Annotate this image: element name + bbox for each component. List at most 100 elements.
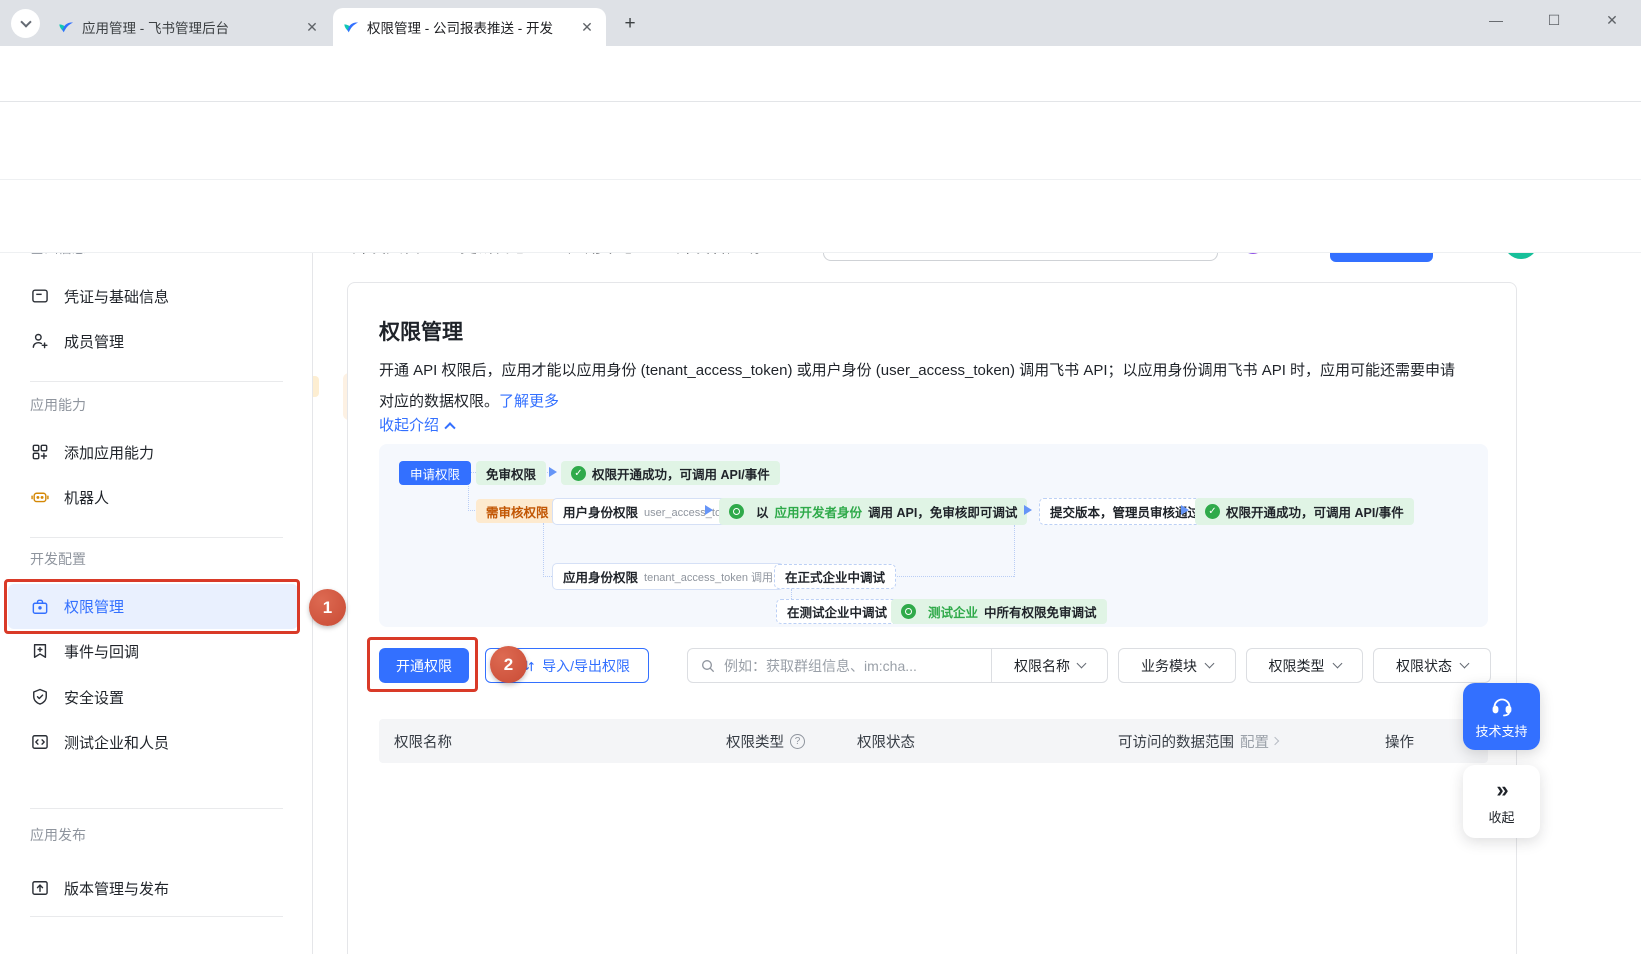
flow-node-formal-debug: 在正式企业中调试 [774, 564, 896, 589]
column-permission-name: 权限名称 [394, 719, 452, 763]
tech-support-label: 技术支持 [1475, 721, 1527, 740]
arrow-icon [705, 505, 713, 515]
permission-table-header: 权限名称 权限类型? 权限状态 可访问的数据范围配置 操作 [379, 719, 1488, 763]
divider [30, 537, 283, 538]
arrow-icon [1181, 505, 1189, 515]
chevron-right-icon [1271, 737, 1279, 745]
flow-node-apply: 申请权限 [399, 461, 471, 485]
chevron-up-icon [444, 422, 455, 433]
section-app-capability: 应用能力 [30, 395, 86, 415]
sidebar-item-test-company[interactable]: 测试企业和人员 [0, 724, 313, 760]
debug-icon [901, 604, 916, 619]
member-icon [30, 331, 50, 351]
debug-icon [729, 504, 744, 519]
flow-node-test-debug: 在测试企业中调试 [776, 599, 898, 624]
sidebar-item-label: 凭证与基础信息 [64, 286, 169, 307]
filter-permission-type[interactable]: 权限类型 [1246, 648, 1363, 683]
divider [30, 381, 283, 382]
filter-label: 业务模块 [1141, 656, 1197, 676]
tab-title: 权限管理 - 公司报表推送 - 开发 [367, 17, 570, 37]
open-permission-button[interactable]: 开通权限 [379, 648, 469, 683]
headset-icon [1490, 694, 1514, 718]
section-basic-info: 基础信息 [30, 253, 86, 258]
window-controls: — ☐ ✕ [1467, 0, 1641, 40]
tab-app-management[interactable]: 应用管理 - 飞书管理后台 ✕ [48, 8, 331, 46]
collapse-widget-button[interactable]: » 收起 [1463, 765, 1540, 838]
column-action: 操作 [1385, 719, 1414, 763]
robot-icon [30, 487, 50, 507]
filter-permission-status[interactable]: 权限状态 [1373, 648, 1491, 683]
configure-link[interactable]: 配置 [1240, 731, 1278, 752]
permission-management-panel: 权限管理 开通 API 权限后，应用才能以应用身份 (tenant_access… [347, 282, 1517, 954]
permission-search-box[interactable]: 权限名称 [687, 648, 1108, 683]
tech-support-button[interactable]: 技术支持 [1463, 683, 1540, 750]
annotation-step2-badge: 2 [490, 646, 527, 683]
permission-search-input[interactable] [724, 658, 991, 674]
permission-flow-diagram: 申请权限 免审权限 ✓权限开通成功，可调用 API/事件 需审核权限 用户身份权… [379, 444, 1488, 627]
double-chevron-right-icon: » [1496, 777, 1506, 803]
collapse-intro-link[interactable]: 收起介绍 [379, 414, 454, 435]
filter-label: 权限状态 [1396, 656, 1452, 676]
help-icon[interactable]: ? [790, 734, 805, 749]
chevron-down-icon [1205, 659, 1215, 669]
close-button[interactable]: ✕ [1583, 0, 1641, 40]
new-tab-button[interactable]: + [618, 12, 642, 36]
sidebar-item-credentials[interactable]: 凭证与基础信息 [0, 278, 313, 314]
briefcase-icon [30, 597, 50, 617]
sidebar-item-label: 添加应用能力 [64, 442, 154, 463]
chevron-down-icon [1077, 659, 1087, 669]
flow-node-test-all: 测试企业中所有权限免审调试 [891, 599, 1107, 624]
tab-strip: 应用管理 - 飞书管理后台 ✕ 权限管理 - 公司报表推送 - 开发 ✕ + —… [0, 0, 1641, 46]
tab-search-button[interactable] [11, 9, 40, 38]
upload-icon [30, 878, 50, 898]
sidebar-item-label: 版本管理与发布 [64, 878, 169, 899]
check-icon: ✓ [571, 466, 586, 481]
sidebar-item-label: 机器人 [64, 487, 109, 508]
minimize-button[interactable]: — [1467, 0, 1525, 40]
sidebar-item-security-settings[interactable]: 安全设置 [0, 679, 313, 715]
column-permission-status: 权限状态 [857, 719, 915, 763]
flow-node-success-1: ✓权限开通成功，可调用 API/事件 [561, 461, 780, 485]
tab-close-icon[interactable]: ✕ [303, 18, 321, 36]
site-header: 飞书开放平台 客户案例 开发文档 更新日志 应用中心 开发者广场 问答 开发者后… [0, 102, 1641, 180]
import-export-label: 导入/导出权限 [542, 656, 630, 676]
section-app-release: 应用发布 [30, 825, 86, 845]
grid-plus-icon [30, 442, 50, 462]
sidebar-item-events-callbacks[interactable]: 事件与回调 [0, 633, 313, 669]
sidebar-item-members[interactable]: 成员管理 [0, 323, 313, 359]
filter-business-module[interactable]: 业务模块 [1118, 648, 1236, 683]
sidebar-item-label: 成员管理 [64, 331, 124, 352]
sidebar-item-add-capability[interactable]: 添加应用能力 [0, 434, 313, 470]
section-dev-config: 开发配置 [30, 549, 86, 569]
app-bar: 公司报表推送 待上线 正式应用@IT动力 ! 应用发布后，当前配置方可生效 创建… [0, 180, 1641, 253]
learn-more-link[interactable]: 了解更多 [499, 393, 559, 410]
flow-node-need-review: 需审核权限 [476, 499, 559, 523]
tab-permission-management[interactable]: 权限管理 - 公司报表推送 - 开发 ✕ [333, 8, 606, 46]
feishu-favicon [58, 19, 74, 35]
column-permission-type: 权限类型? [726, 719, 805, 763]
divider [30, 916, 283, 917]
sidebar-item-bot[interactable]: 机器人 [0, 479, 313, 515]
page-title: 权限管理 [379, 316, 463, 346]
id-card-icon [30, 286, 50, 306]
maximize-button[interactable]: ☐ [1525, 0, 1583, 40]
flow-node-app-identity: 应用身份权限tenant_access_token 调用 [552, 563, 784, 590]
sidebar-item-version-release[interactable]: 版本管理与发布 [0, 870, 313, 906]
arrow-icon [549, 467, 557, 477]
flow-node-no-review: 免审权限 [476, 461, 546, 485]
browser-toolbar: ← → ⟳ open.feishu.cn/app/cli_a8b3beab04b… [0, 46, 1641, 102]
bookmark-plus-icon [30, 641, 50, 661]
chevron-down-icon [1460, 659, 1470, 669]
code-icon [30, 732, 50, 752]
page-description: 开通 API 权限后，应用才能以应用身份 (tenant_access_toke… [379, 355, 1469, 417]
feishu-favicon [343, 19, 359, 35]
sidebar-item-label: 权限管理 [64, 596, 124, 617]
tab-close-icon[interactable]: ✕ [578, 18, 596, 36]
filter-label: 权限类型 [1269, 656, 1325, 676]
sidebar-item-permission-management[interactable]: 权限管理 [8, 584, 298, 629]
chevron-down-icon [20, 16, 31, 27]
filter-permission-name[interactable]: 权限名称 [991, 649, 1107, 682]
collapse-label: 收起 [1488, 807, 1514, 826]
arrow-icon [1024, 505, 1032, 515]
flow-node-success-2: ✓权限开通成功，可调用 API/事件 [1195, 498, 1414, 525]
